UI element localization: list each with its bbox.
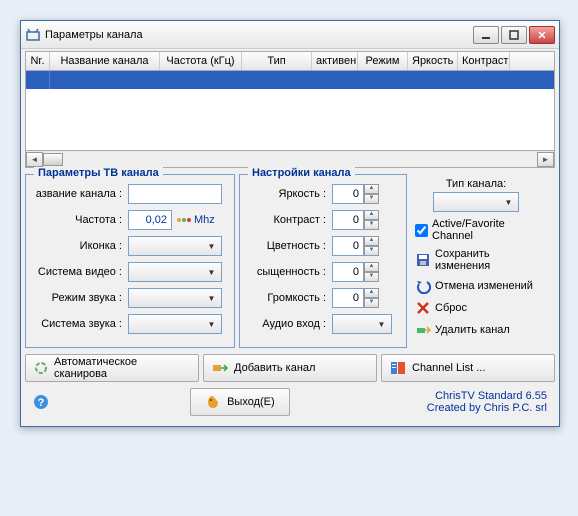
audio-input-label: Аудио вход : — [246, 318, 332, 330]
th-contrast[interactable]: Контраст — [458, 52, 510, 70]
save-icon — [415, 252, 431, 268]
close-button[interactable] — [529, 26, 555, 44]
contrast-spinner[interactable]: ▲▼ — [332, 210, 379, 230]
channel-type-combo[interactable]: ▼ — [433, 192, 519, 212]
channel-name-label: азвание канала : — [32, 188, 128, 200]
spin-up[interactable]: ▲ — [364, 210, 379, 220]
icon-combo[interactable]: ▼ — [128, 236, 222, 256]
horizontal-scrollbar[interactable]: ◄ ► — [25, 151, 555, 168]
spin-up[interactable]: ▲ — [364, 236, 379, 246]
undo-icon — [415, 278, 431, 294]
color-label: Цветность : — [246, 240, 332, 252]
icon-label: Иконка : — [32, 240, 128, 252]
scan-icon — [34, 361, 48, 375]
frequency-tune-icon[interactable] — [172, 214, 194, 226]
scroll-right-button[interactable]: ► — [537, 152, 554, 167]
spin-down[interactable]: ▼ — [364, 246, 379, 256]
spin-up[interactable]: ▲ — [364, 288, 379, 298]
delete-channel-button[interactable]: Удалить канал — [415, 322, 537, 338]
minimize-button[interactable] — [473, 26, 499, 44]
spin-down[interactable]: ▼ — [364, 194, 379, 204]
spin-up[interactable]: ▲ — [364, 262, 379, 272]
delete-icon — [415, 322, 431, 338]
add-channel-button[interactable]: Добавить канал — [203, 354, 377, 382]
frequency-unit: Mhz — [194, 214, 215, 226]
frequency-label: Частота : — [32, 214, 128, 226]
svg-text:?: ? — [38, 397, 45, 409]
chevron-down-icon: ▼ — [204, 242, 219, 251]
frequency-input[interactable] — [128, 210, 172, 230]
contrast-label: Контраст : — [246, 214, 332, 226]
chevron-down-icon: ▼ — [204, 294, 219, 303]
th-type[interactable]: Тип — [242, 52, 312, 70]
th-nr[interactable]: Nr. — [26, 52, 50, 70]
reset-button[interactable]: Сброс — [415, 300, 537, 316]
save-changes-button[interactable]: Сохранить изменения — [415, 248, 537, 272]
autoscan-button[interactable]: Автоматическое сканирова — [25, 354, 199, 382]
list-icon — [390, 361, 406, 375]
spin-down[interactable]: ▼ — [364, 220, 379, 230]
channel-type-label: Тип канала: — [415, 178, 537, 190]
channel-params-window: Параметры канала Nr. Название канала Час… — [20, 20, 560, 427]
th-name[interactable]: Название канала — [50, 52, 160, 70]
sound-mode-label: Режим звука : — [32, 292, 128, 304]
cancel-changes-button[interactable]: Отмена изменений — [415, 278, 537, 294]
chevron-down-icon: ▼ — [501, 198, 516, 207]
audio-input-combo[interactable]: ▼ — [332, 314, 392, 334]
scroll-track[interactable] — [43, 152, 537, 167]
footer-credits: ChrisTV Standard 6.55 Created by Chris P… — [427, 390, 547, 414]
sound-system-label: Система звука : — [32, 318, 128, 330]
saturation-spinner[interactable]: ▲▼ — [332, 262, 379, 282]
reset-icon — [415, 300, 431, 316]
chevron-down-icon: ▼ — [204, 268, 219, 277]
sound-system-combo[interactable]: ▼ — [128, 314, 222, 334]
channel-list-button[interactable]: Channel List ... — [381, 354, 555, 382]
titlebar: Параметры канала — [21, 21, 559, 49]
chevron-down-icon: ▼ — [374, 320, 389, 329]
spin-up[interactable]: ▲ — [364, 184, 379, 194]
th-active[interactable]: активен — [312, 52, 358, 70]
spin-down[interactable]: ▼ — [364, 298, 379, 308]
help-button[interactable]: ? — [33, 394, 53, 410]
window-title: Параметры канала — [45, 29, 473, 41]
th-brightness[interactable]: Яркость — [408, 52, 458, 70]
add-icon — [212, 361, 228, 375]
tv-params-group: Параметры ТВ канала азвание канала : Час… — [25, 174, 235, 348]
th-freq[interactable]: Частота (кГц) — [160, 52, 242, 70]
sound-mode-combo[interactable]: ▼ — [128, 288, 222, 308]
volume-spinner[interactable]: ▲▼ — [332, 288, 379, 308]
spin-down[interactable]: ▼ — [364, 272, 379, 282]
channel-settings-group: Настройки канала Яркость : ▲▼ Контраст :… — [239, 174, 407, 348]
channel-settings-title: Настройки канала — [248, 167, 355, 179]
tv-params-title: Параметры ТВ канала — [34, 167, 163, 179]
exit-button[interactable]: Выход(E) — [190, 388, 290, 416]
table-row[interactable] — [26, 71, 554, 89]
right-actions-panel: Тип канала: ▼ Active/Favorite Channel Со… — [411, 174, 541, 348]
active-favorite-label: Active/Favorite Channel — [432, 218, 537, 242]
saturation-label: сыщенность : — [246, 266, 332, 278]
channel-table-body[interactable] — [25, 71, 555, 151]
scroll-thumb[interactable] — [43, 153, 63, 166]
maximize-button[interactable] — [501, 26, 527, 44]
th-mode[interactable]: Режим — [358, 52, 408, 70]
channel-name-input[interactable] — [128, 184, 222, 204]
volume-label: Громкость : — [246, 292, 332, 304]
color-spinner[interactable]: ▲▼ — [332, 236, 379, 256]
scroll-left-button[interactable]: ◄ — [26, 152, 43, 167]
active-favorite-checkbox-row[interactable]: Active/Favorite Channel — [415, 218, 537, 242]
channel-table-header: Nr. Название канала Частота (кГц) Тип ак… — [25, 51, 555, 71]
video-system-combo[interactable]: ▼ — [128, 262, 222, 282]
app-icon — [25, 27, 41, 43]
active-favorite-checkbox[interactable] — [415, 224, 428, 237]
brightness-spinner[interactable]: ▲▼ — [332, 184, 379, 204]
brightness-label: Яркость : — [246, 188, 332, 200]
video-system-label: Система видео : — [32, 266, 128, 278]
exit-icon — [205, 394, 221, 410]
chevron-down-icon: ▼ — [204, 320, 219, 329]
